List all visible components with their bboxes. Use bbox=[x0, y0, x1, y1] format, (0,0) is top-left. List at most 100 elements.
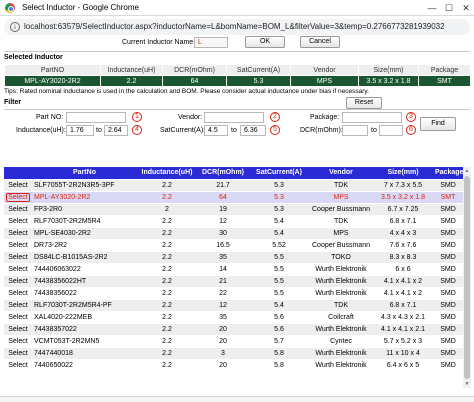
maximize-icon[interactable]: ☐ bbox=[441, 1, 457, 15]
select-cell: Select bbox=[4, 311, 32, 324]
select-cell: Select bbox=[4, 359, 32, 372]
cell-dcr: 21.7 bbox=[197, 179, 249, 192]
cell-satcurrent: 5.7 bbox=[249, 335, 309, 348]
satcurrent-to-label: to bbox=[231, 127, 237, 134]
select-link[interactable]: Select bbox=[8, 278, 27, 285]
cell-vendor: TDK bbox=[309, 179, 373, 192]
selected-package: SMT bbox=[418, 75, 471, 87]
grid-header-partno[interactable]: PartNo bbox=[32, 167, 137, 180]
cell-inductance: 2.2 bbox=[137, 251, 197, 264]
table-row: Select VCMT053T-2R2MN5 2.2 20 5.7 Cyntec 5.7 x… bbox=[4, 335, 463, 348]
cell-partno: MPL-AY3020-2R2 bbox=[32, 191, 137, 204]
select-link[interactable]: Select bbox=[8, 338, 27, 345]
minimize-icon[interactable]: — bbox=[424, 1, 440, 15]
cell-package: SMD bbox=[433, 215, 463, 228]
cell-package: SMD bbox=[433, 335, 463, 348]
cell-size: 6.7 x 7.25 bbox=[373, 203, 433, 216]
grid-header-select bbox=[4, 167, 32, 180]
divider bbox=[4, 109, 470, 110]
select-link[interactable]: Select bbox=[8, 314, 27, 321]
find-button[interactable]: Find bbox=[420, 117, 456, 131]
cell-vendor: Wurth Elektronik bbox=[309, 287, 373, 300]
url-text[interactable]: localhost:63579/SelectInductor.aspx?indu… bbox=[24, 22, 445, 31]
scrollbar-thumb[interactable] bbox=[464, 176, 470, 379]
package-input[interactable] bbox=[342, 112, 402, 123]
select-link[interactable]: Select bbox=[8, 290, 27, 297]
select-cell: Select bbox=[4, 287, 32, 300]
cell-vendor: Wurth Elektronik bbox=[309, 323, 373, 336]
cell-satcurrent: 5.3 bbox=[249, 179, 309, 192]
ok-button[interactable]: OK bbox=[245, 36, 285, 48]
cell-inductance: 2.2 bbox=[137, 239, 197, 252]
table-row: Select RLF7030T-2R2M5R4-PF 2.2 12 5.4 TDK 6.8 … bbox=[4, 299, 463, 312]
satcurrent-max-input[interactable]: 6.36 bbox=[240, 125, 266, 136]
cell-vendor: TDK bbox=[309, 215, 373, 228]
grid-header-vendor[interactable]: Vendor bbox=[309, 167, 373, 180]
grid-header-satcurrent[interactable]: SatCurrent(A) bbox=[249, 167, 309, 180]
cell-satcurrent: 5.3 bbox=[249, 191, 309, 204]
select-link[interactable]: Select bbox=[8, 350, 27, 357]
vendor-input[interactable] bbox=[204, 112, 264, 123]
cell-partno: DR73-2R2 bbox=[32, 239, 137, 252]
grid-header-size[interactable]: Size(mm) bbox=[373, 167, 433, 180]
cell-vendor: Cyntec bbox=[309, 335, 373, 348]
selected-inductor-table: PartNO Inductance(uH) DCR(mOhm) SatCurre… bbox=[4, 64, 471, 87]
cell-size: 6.8 x 7.1 bbox=[373, 215, 433, 228]
inductance-max-input[interactable]: 2.64 bbox=[104, 125, 128, 136]
dcr-min-input[interactable] bbox=[342, 125, 368, 136]
part-no-input[interactable] bbox=[66, 112, 126, 123]
vendor-label: Vendor: bbox=[178, 114, 203, 121]
address-bar[interactable]: i localhost:63579/SelectInductor.aspx?in… bbox=[4, 19, 470, 35]
inductance-to-label: to bbox=[96, 127, 102, 134]
cell-partno: RLF7030T-2R2M5R4 bbox=[32, 215, 137, 228]
select-link[interactable]: Select bbox=[6, 192, 30, 202]
info-icon[interactable]: i bbox=[10, 22, 20, 32]
satcurrent-min-input[interactable]: 4.5 bbox=[204, 125, 228, 136]
selected-inductor-heading: Selected Inductor bbox=[4, 54, 63, 61]
cell-inductance: 2.2 bbox=[137, 191, 197, 204]
cell-vendor: Wurth Elektronik bbox=[309, 359, 373, 372]
scroll-up-icon[interactable]: ▲ bbox=[463, 167, 471, 175]
select-link[interactable]: Select bbox=[8, 242, 27, 249]
cell-satcurrent: 5.4 bbox=[249, 227, 309, 240]
select-link[interactable]: Select bbox=[8, 230, 27, 237]
cell-dcr: 12 bbox=[197, 299, 249, 312]
current-inductor-field[interactable]: L bbox=[194, 37, 228, 48]
cell-satcurrent: 5.4 bbox=[249, 215, 309, 228]
select-link[interactable]: Select bbox=[8, 182, 27, 189]
selected-inductance: 2.2 bbox=[100, 75, 163, 87]
select-link[interactable]: Select bbox=[8, 206, 27, 213]
select-link[interactable]: Select bbox=[8, 326, 27, 333]
dcr-max-input[interactable] bbox=[379, 125, 403, 136]
select-link[interactable]: Select bbox=[8, 362, 27, 369]
cell-satcurrent: 5.6 bbox=[249, 323, 309, 336]
cancel-button[interactable]: Cancel bbox=[300, 36, 340, 48]
grid-header-inductance[interactable]: Inductance(uH) bbox=[137, 167, 197, 180]
filter-heading: Filter bbox=[4, 99, 22, 106]
inductance-min-input[interactable]: 1.76 bbox=[66, 125, 94, 136]
select-link[interactable]: Select bbox=[8, 302, 27, 309]
table-row: Select 744406063022 2.2 14 5.5 Wurth Elektron… bbox=[4, 263, 463, 276]
select-cell: Select bbox=[4, 347, 32, 360]
cell-dcr: 35 bbox=[197, 311, 249, 324]
cell-dcr: 20 bbox=[197, 323, 249, 336]
select-link[interactable]: Select bbox=[8, 254, 27, 261]
cell-dcr: 12 bbox=[197, 215, 249, 228]
select-cell: Select bbox=[4, 215, 32, 228]
cell-size: 4.1 x 4.1 x 2 bbox=[373, 275, 433, 288]
cell-satcurrent: 5.5 bbox=[249, 263, 309, 276]
select-link[interactable]: Select bbox=[8, 266, 27, 273]
close-icon[interactable]: ✕ bbox=[458, 1, 474, 15]
select-cell: Select bbox=[4, 275, 32, 288]
cell-dcr: 20 bbox=[197, 359, 249, 372]
package-label: Package: bbox=[310, 114, 340, 121]
cell-vendor: Wurth Elektronik bbox=[309, 347, 373, 360]
select-cell: Select bbox=[4, 191, 32, 204]
reset-button[interactable]: Reset bbox=[346, 97, 382, 109]
cell-package: SMD bbox=[433, 287, 463, 300]
select-link[interactable]: Select bbox=[8, 218, 27, 225]
grid-header-dcr[interactable]: DCR(mOhm) bbox=[197, 167, 249, 180]
grid-header-package[interactable]: Package bbox=[433, 167, 463, 180]
marker-6: 6 bbox=[406, 125, 416, 135]
scroll-down-icon[interactable]: ▼ bbox=[463, 380, 471, 388]
